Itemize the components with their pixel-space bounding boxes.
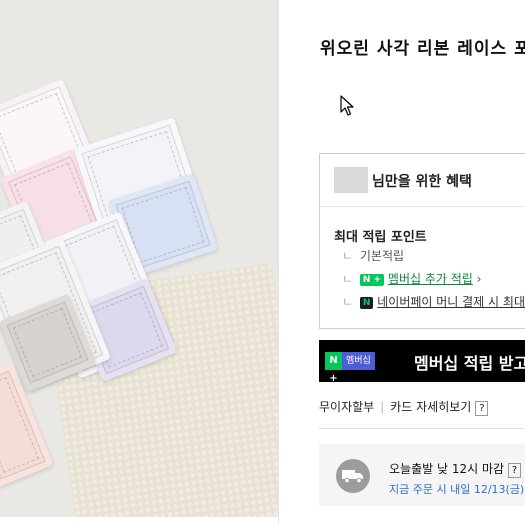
membership-banner[interactable]: N + 멤버십 멤버십 적립 받고 bbox=[319, 340, 525, 384]
npay-points-row[interactable]: ㄴ N 네이버페이 머니 결제 시 최대 bbox=[342, 293, 525, 310]
membership-badge-icon: N + 멤버십 bbox=[325, 352, 375, 384]
card-details-link[interactable]: 카드 자세히보기 bbox=[390, 400, 471, 414]
basic-points-row: ㄴ 기본적립 bbox=[342, 247, 404, 264]
benefit-title: 님만을 위한 혜택 bbox=[372, 174, 472, 190]
max-points-title: 최대 적립 포인트 bbox=[334, 230, 427, 245]
branch-icon: ㄴ bbox=[342, 272, 354, 286]
panel-divider bbox=[278, 0, 279, 525]
truck-icon bbox=[336, 459, 370, 493]
section-divider bbox=[319, 428, 525, 429]
user-name-placeholder bbox=[334, 167, 368, 193]
shipping-deadline: 오늘출발 낮 12시 마감? bbox=[389, 460, 522, 478]
delivery-estimate: 지금 주문 시 내일 12/13(금) bbox=[389, 483, 525, 496]
chevron-right-icon[interactable]: › bbox=[477, 272, 482, 286]
payment-info-row: 무이자할부 | 카드 자세히보기? bbox=[319, 398, 489, 416]
branch-icon: ㄴ bbox=[342, 249, 354, 263]
npay-money-link[interactable]: 네이버페이 머니 결제 시 최대 bbox=[377, 295, 525, 309]
naver-plus-icon: N + bbox=[325, 352, 342, 384]
product-title: 위오린 사각 리본 레이스 포 bbox=[320, 39, 525, 59]
membership-banner-text: 멤버십 적립 받고 bbox=[414, 354, 525, 373]
interest-free-label: 무이자할부 bbox=[319, 400, 375, 414]
mouse-cursor-icon bbox=[340, 95, 354, 116]
shipping-info-box: 오늘출발 낮 12시 마감? 지금 주문 시 내일 12/13(금) bbox=[319, 444, 525, 506]
membership-points-link[interactable]: 멤버십 추가 적립 bbox=[388, 272, 473, 286]
member-benefit-box: 님만을 위한 혜택 최대 적립 포인트 ㄴ 기본적립 ㄴ N + 멤버십 추가 … bbox=[319, 153, 525, 329]
membership-points-row[interactable]: ㄴ N + 멤버십 추가 적립 › bbox=[342, 270, 481, 287]
shipping-deadline-text: 오늘출발 낮 12시 마감 bbox=[389, 462, 505, 476]
branch-icon: ㄴ bbox=[342, 295, 354, 309]
help-icon[interactable]: ? bbox=[508, 463, 522, 478]
separator: | bbox=[380, 400, 385, 414]
basic-points-label: 기본적립 bbox=[359, 249, 405, 263]
naver-pay-icon: N bbox=[359, 297, 374, 309]
product-photo[interactable] bbox=[0, 0, 278, 517]
photo-bottom-gap bbox=[0, 517, 278, 525]
naver-plus-badge-icon: N + bbox=[359, 274, 385, 286]
benefit-header: 님만을 위한 혜택 bbox=[320, 154, 525, 207]
help-icon[interactable]: ? bbox=[475, 401, 489, 416]
membership-badge-label: 멤버십 bbox=[342, 352, 375, 370]
